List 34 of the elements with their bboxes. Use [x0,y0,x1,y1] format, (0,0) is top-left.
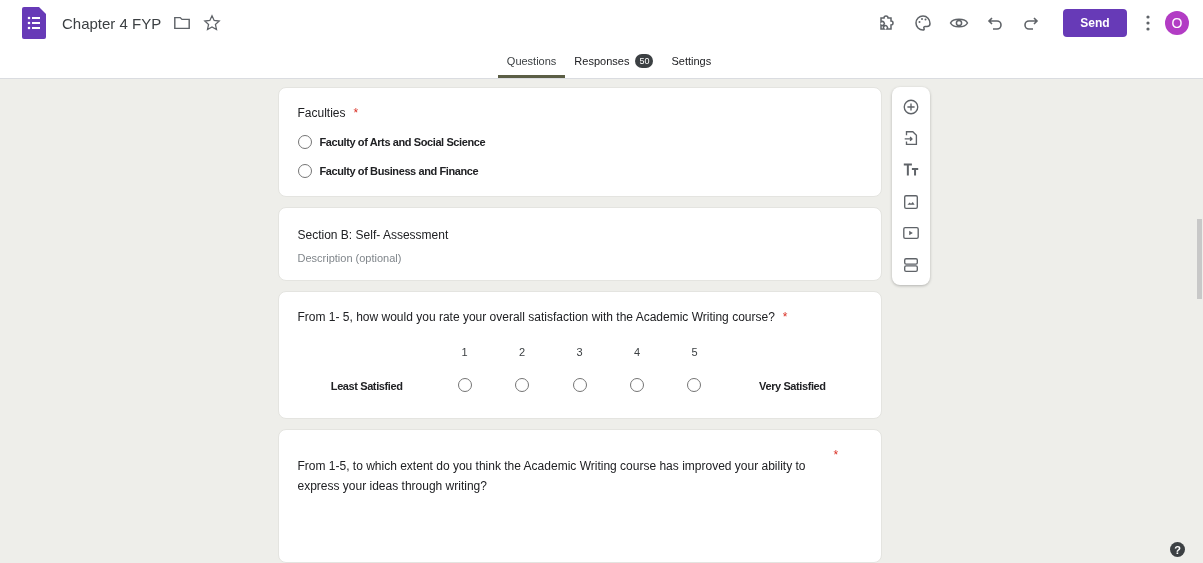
scale-number: 1 [461,346,468,358]
forms-logo-icon[interactable] [22,7,46,39]
option-label: Faculty of Business and Finance [319,165,479,177]
star-icon[interactable] [203,14,222,32]
scale-label: Least Satisfied [329,380,404,392]
scale-number: 4 [633,346,641,358]
section-title[interactable]: Section B: Self- Assessment [297,228,862,242]
count-badge: 50 [635,53,654,68]
send-button[interactable]: Send [1063,9,1127,37]
tab[interactable]: Settings [662,46,721,78]
question-title: From 1- 5, how would you rate your overall satisfaction with the Academic Writing course? [297,310,775,324]
document-title[interactable]: Chapter 4 FYP [62,14,162,32]
required-mark: * [353,106,359,120]
scale-number: 3 [576,346,583,358]
question-title: From 1-5, to which extent do you think the Academic Writing course has improved your ability to express your ideas through writing? [297,458,807,495]
avatar[interactable]: O [1165,11,1189,35]
add-icon[interactable] [901,97,920,116]
tab[interactable]: Responses 50 [565,46,663,78]
scrollbar-thumb[interactable] [1197,219,1202,299]
help-icon[interactable]: ? [1170,542,1185,557]
required-mark: * [833,448,839,464]
folder-icon[interactable] [173,14,192,32]
section-icon[interactable] [901,256,920,275]
required-mark: * [782,310,788,324]
description-field[interactable]: Description (optional) [297,252,862,264]
scale-number: 2 [518,346,526,358]
puzzle-icon[interactable] [877,13,897,33]
option-label: Faculty of Arts and Social Science [319,136,486,148]
scale-label: Very Satisfied [758,380,827,392]
scale-number: 5 [691,346,698,358]
more-icon[interactable] [1145,13,1151,33]
question-title: Faculties [297,106,346,120]
palette-icon[interactable] [913,13,933,33]
image-icon[interactable] [901,192,920,211]
